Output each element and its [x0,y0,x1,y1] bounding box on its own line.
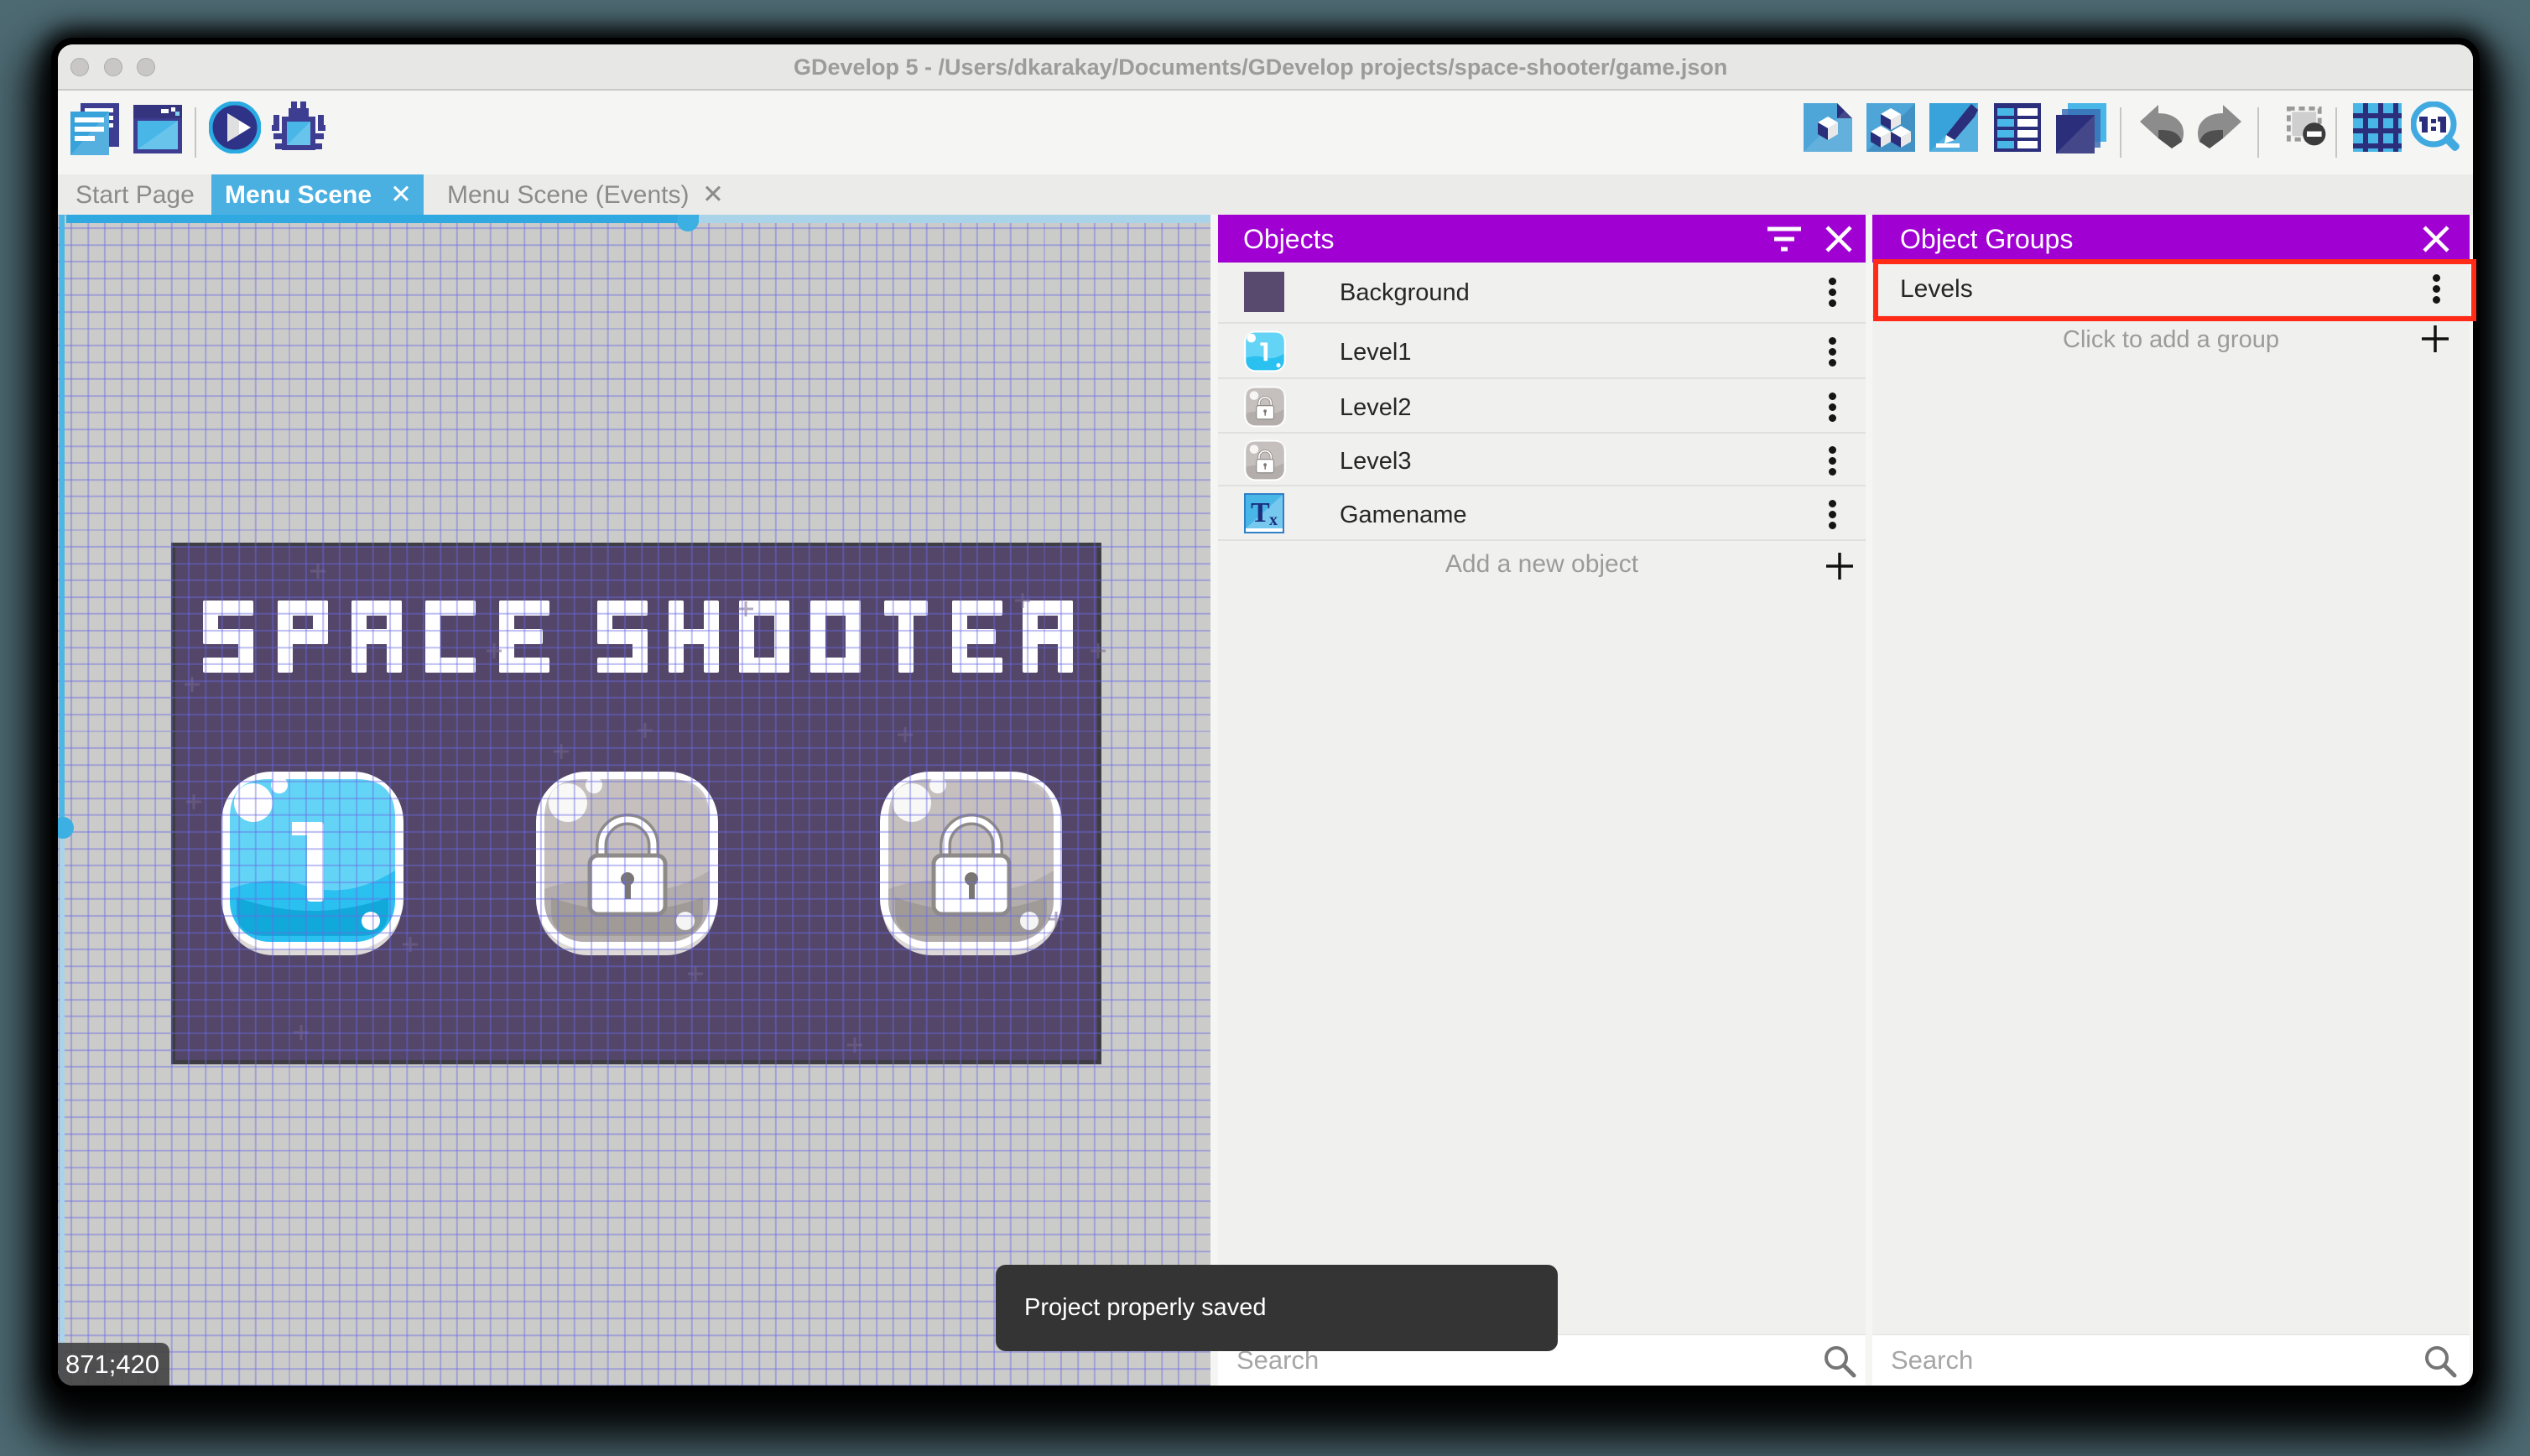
svg-text:T: T [1251,497,1270,528]
svg-text:x: x [1269,511,1278,529]
